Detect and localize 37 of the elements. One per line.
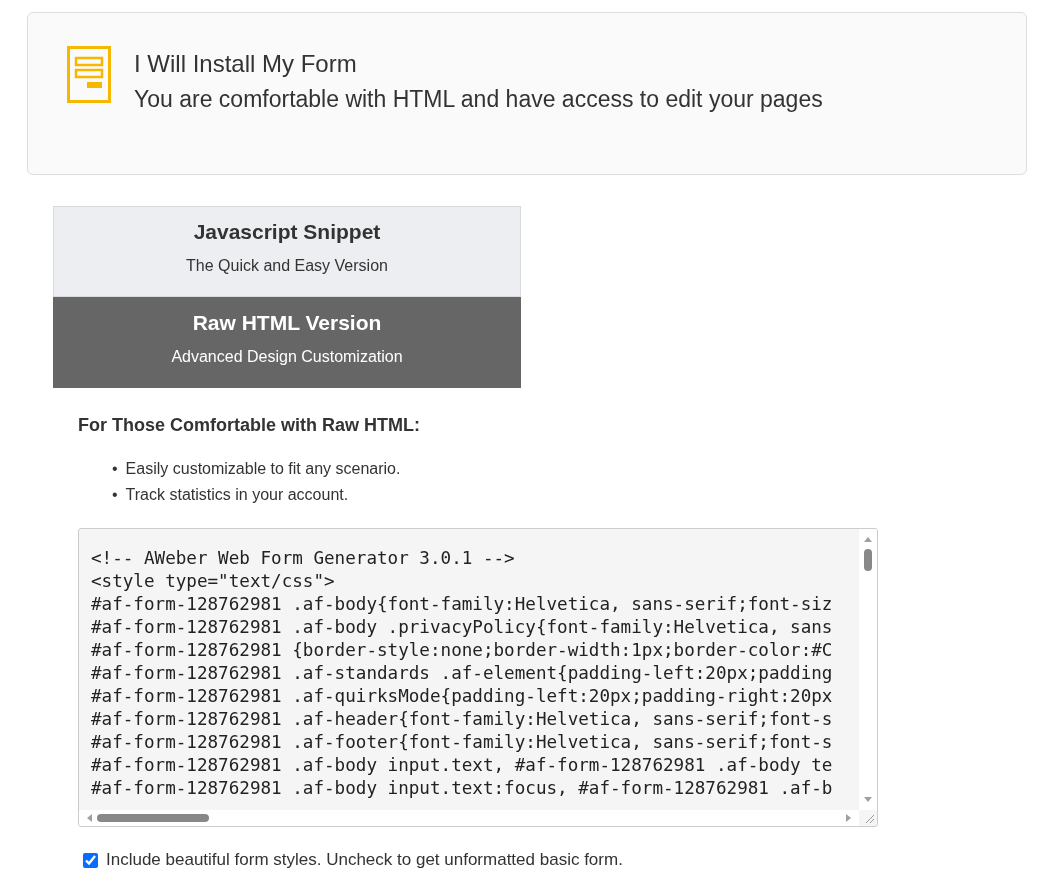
code-line: #af-form-128762981 .af-body input.text, #af-form-128762981 .af-body te (91, 754, 833, 777)
code-line: #af-form-128762981 .af-standards .af-element{padding-left:20px;padding (91, 662, 833, 685)
code-line: #af-form-128762981 .af-header{font-family:Helvetica, sans-serif;font-s (91, 708, 833, 731)
scrollbar-thumb[interactable] (864, 549, 872, 571)
option-title: Raw HTML Version (191, 311, 383, 335)
scroll-left-icon[interactable] (85, 813, 93, 823)
code-textarea[interactable] (78, 528, 878, 827)
code-line: #af-form-128762981 .af-footer{font-family:Helvetica, sans-serif;font-s (91, 731, 833, 754)
option-tab[interactable]: Raw HTML Version Advanced Design Customization (53, 297, 521, 388)
code-line: #af-form-128762981 .af-body{font-family:Helvetica, sans-serif;font-siz (91, 593, 833, 616)
checkbox-label: Include beautiful form styles. Uncheck to get unformatted basic form. (106, 850, 623, 870)
code-line: #af-form-128762981 {border-style:none;border-width:1px;border-color:#C (91, 639, 833, 662)
scrollbar-thumb[interactable] (97, 814, 209, 822)
card-subtitle: You are comfortable with HTML and have access to edit your pages (134, 86, 823, 113)
code-line: #af-form-128762981 .af-quirksMode{padding-left:20px;padding-right:20px (91, 685, 833, 708)
code-line: #af-form-128762981 .af-body .privacyPolicy{font-family:Helvetica, sans (91, 616, 833, 639)
resize-grip-icon[interactable] (863, 812, 875, 824)
code-line: <!-- AWeber Web Form Generator 3.0.1 --> (91, 547, 515, 570)
card-title: I Will Install My Form (134, 50, 358, 78)
vertical-scrollbar[interactable] (859, 529, 877, 810)
code-line: <style type="text/css"> (91, 570, 335, 593)
bullet-marker: • (112, 485, 118, 505)
option-subtitle: Advanced Design Customization (170, 348, 404, 366)
section-heading: For Those Comfortable with Raw HTML: (78, 415, 421, 436)
option-subtitle: The Quick and Easy Version (185, 257, 389, 275)
bullet-marker: • (112, 459, 118, 479)
scroll-right-icon[interactable] (845, 813, 853, 823)
horizontal-scrollbar[interactable] (79, 810, 859, 826)
code-line: #af-form-128762981 .af-body input.text:focus, #af-form-128762981 .af-b (91, 777, 833, 800)
styles-checkbox[interactable] (83, 852, 98, 868)
form-icon (67, 46, 113, 104)
option-tab[interactable]: Javascript Snippet The Quick and Easy Version (53, 206, 521, 297)
bullet-text: Easily customizable to fit any scenario. (125, 459, 401, 479)
option-title: Javascript Snippet (192, 220, 382, 244)
bullet-text: Track statistics in your account. (125, 485, 349, 505)
scroll-up-icon[interactable] (863, 535, 873, 543)
scroll-down-icon[interactable] (863, 796, 873, 804)
